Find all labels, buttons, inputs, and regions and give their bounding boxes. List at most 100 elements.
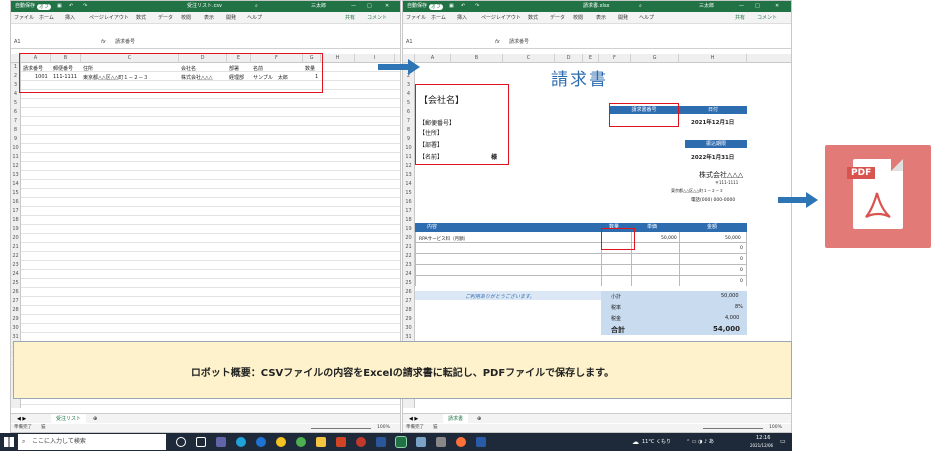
name-box[interactable]: A1: [14, 36, 48, 49]
row-header[interactable]: 20: [11, 234, 20, 243]
autosave-toggle[interactable]: オフ: [37, 3, 52, 10]
col-header-h[interactable]: H: [321, 54, 355, 63]
menu-developer[interactable]: 開発: [618, 12, 628, 24]
row-header[interactable]: 30: [11, 324, 20, 333]
menu-data[interactable]: データ: [550, 12, 565, 24]
weather-icon[interactable]: ☁: [632, 438, 639, 446]
chrome-icon[interactable]: [276, 437, 286, 447]
menu-home[interactable]: ホーム: [431, 12, 446, 24]
menu-home[interactable]: ホーム: [39, 12, 54, 24]
task-view-icon[interactable]: [196, 437, 206, 447]
row-header[interactable]: 13: [403, 171, 414, 180]
formula-input[interactable]: 請求番号: [509, 36, 529, 49]
row-header[interactable]: 29: [403, 315, 414, 324]
menu-page-layout[interactable]: ページレイアウト: [89, 12, 129, 24]
row-header[interactable]: 17: [11, 207, 20, 216]
row-header[interactable]: 11: [11, 153, 20, 162]
search-icon[interactable]: ⌕: [255, 1, 258, 12]
sheet-nav-icon[interactable]: ◀ ▶: [17, 414, 26, 424]
zoom-level[interactable]: 100%: [377, 424, 390, 432]
row-header[interactable]: 17: [403, 207, 414, 216]
row-header[interactable]: 9: [403, 135, 414, 144]
firefox-icon[interactable]: [456, 437, 466, 447]
row-header[interactable]: 28: [11, 306, 20, 315]
app-icon[interactable]: [436, 437, 446, 447]
row-header[interactable]: 5: [403, 99, 414, 108]
row-header[interactable]: 22: [403, 252, 414, 261]
row-header[interactable]: 6: [403, 108, 414, 117]
col-header-d[interactable]: D: [555, 54, 583, 63]
close-icon[interactable]: ✕: [775, 1, 779, 12]
row-header[interactable]: 7: [11, 117, 20, 126]
menu-help[interactable]: ヘルプ: [247, 12, 262, 24]
autosave-toggle[interactable]: オフ: [429, 3, 444, 10]
notification-icon[interactable]: ▭: [780, 438, 786, 445]
menu-developer[interactable]: 開発: [226, 12, 236, 24]
app-icon[interactable]: [476, 437, 486, 447]
row-header[interactable]: 3: [403, 81, 414, 90]
col-header-a[interactable]: A: [415, 54, 451, 63]
redo-icon[interactable]: ↷: [475, 1, 479, 12]
row-header[interactable]: 9: [11, 135, 20, 144]
menu-insert[interactable]: 挿入: [457, 12, 467, 24]
edge-icon[interactable]: [236, 437, 246, 447]
row-header[interactable]: 27: [403, 297, 414, 306]
user-name[interactable]: 三太郎: [699, 1, 714, 12]
taskbar-search[interactable]: ⌕ ここに入力して検索: [18, 434, 166, 450]
name-box[interactable]: A1: [406, 36, 440, 49]
row-header[interactable]: 27: [11, 297, 20, 306]
weather-text[interactable]: 11°C くもり: [642, 438, 671, 445]
row-header[interactable]: 15: [403, 189, 414, 198]
row-header[interactable]: 29: [11, 315, 20, 324]
menu-review[interactable]: 校閲: [181, 12, 191, 24]
save-icon[interactable]: ▣: [57, 1, 62, 12]
menu-data[interactable]: データ: [158, 12, 173, 24]
maximize-icon[interactable]: □: [755, 1, 760, 12]
menu-page-layout[interactable]: ページレイアウト: [481, 12, 521, 24]
windows-start-icon[interactable]: [4, 437, 14, 447]
row-header[interactable]: 12: [403, 162, 414, 171]
zoom-level[interactable]: 100%: [769, 424, 782, 432]
excel-icon[interactable]: [395, 436, 407, 448]
row-header[interactable]: 11: [403, 153, 414, 162]
row-header[interactable]: 19: [403, 225, 414, 234]
tray-icons[interactable]: ⌃ ▭ ◑ ♪ あ: [686, 438, 714, 445]
row-header[interactable]: 8: [403, 126, 414, 135]
row-header[interactable]: 10: [403, 144, 414, 153]
row-header[interactable]: 16: [403, 198, 414, 207]
row-header[interactable]: 22: [11, 252, 20, 261]
row-header[interactable]: 14: [403, 180, 414, 189]
comment-button[interactable]: コメント: [757, 12, 777, 24]
row-header[interactable]: 23: [11, 261, 20, 270]
cortana-icon[interactable]: [176, 437, 186, 447]
row-header[interactable]: 5: [11, 99, 20, 108]
share-button[interactable]: 共有: [735, 12, 745, 24]
row-header[interactable]: 4: [403, 90, 414, 99]
row-header[interactable]: 25: [11, 279, 20, 288]
zoom-slider[interactable]: [311, 427, 371, 429]
row-header[interactable]: 14: [11, 180, 20, 189]
app-icon[interactable]: [416, 437, 426, 447]
col-header-c[interactable]: C: [503, 54, 555, 63]
powerpoint-icon[interactable]: [336, 437, 346, 447]
explorer-icon[interactable]: [316, 437, 326, 447]
row-header[interactable]: 21: [403, 243, 414, 252]
row-header[interactable]: 26: [11, 288, 20, 297]
row-header[interactable]: 25: [403, 279, 414, 288]
clock-time[interactable]: 12:16: [756, 435, 770, 441]
zoom-slider[interactable]: [703, 427, 763, 429]
col-header-f[interactable]: F: [599, 54, 631, 63]
add-sheet-icon[interactable]: ⊕: [477, 414, 481, 424]
word-icon[interactable]: [376, 437, 386, 447]
row-header[interactable]: 6: [11, 108, 20, 117]
row-header[interactable]: 21: [11, 243, 20, 252]
minimize-icon[interactable]: —: [351, 1, 356, 12]
row-header[interactable]: 8: [11, 126, 20, 135]
row-header[interactable]: 28: [403, 306, 414, 315]
row-header[interactable]: 12: [11, 162, 20, 171]
menu-formulas[interactable]: 数式: [136, 12, 146, 24]
menu-file[interactable]: ファイル: [14, 12, 34, 24]
row-header[interactable]: 18: [403, 216, 414, 225]
row-header[interactable]: 24: [403, 270, 414, 279]
row-header[interactable]: 16: [11, 198, 20, 207]
